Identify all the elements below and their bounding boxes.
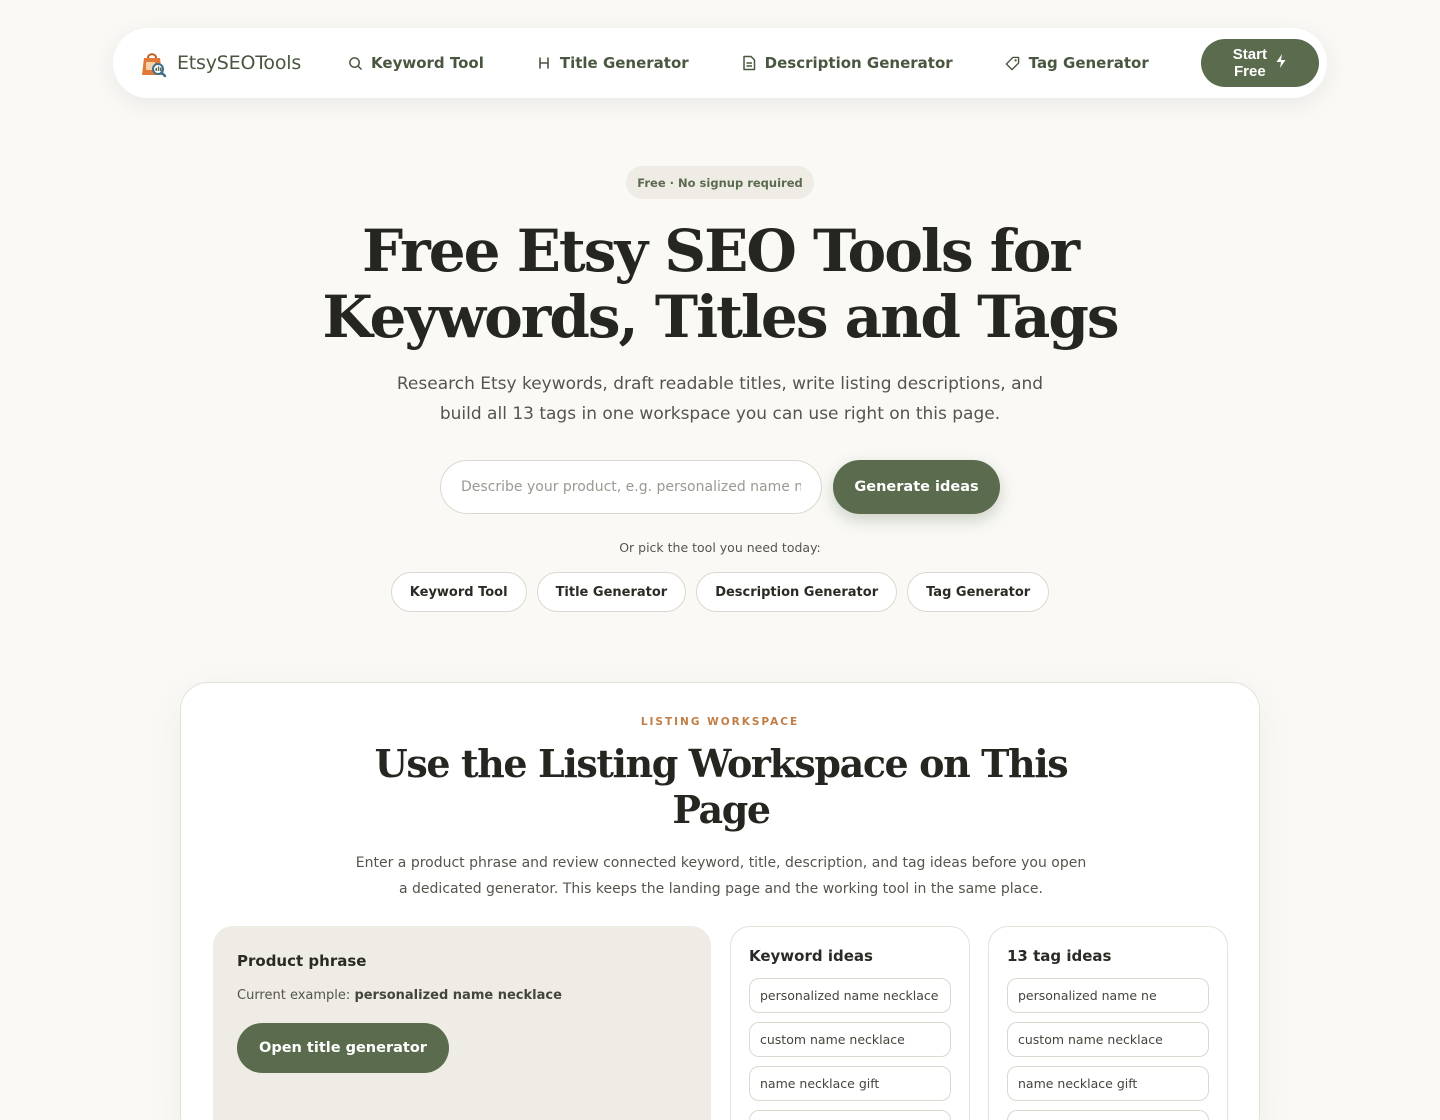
workspace-title-line: Page <box>672 787 771 832</box>
workspace-subtitle-line: Enter a product phrase and review connec… <box>355 855 1087 871</box>
chip-keyword-tool[interactable]: Keyword Tool <box>390 572 527 612</box>
hero-subtitle: Research Etsy keywords, draft readable t… <box>370 369 1070 429</box>
chip-description-generator[interactable]: Description Generator <box>696 572 898 612</box>
current-example-prefix: Current example: <box>237 988 351 1003</box>
workspace-eyebrow: LISTING WORKSPACE <box>640 716 800 728</box>
hero-subtitle-line: build all 13 tags in one workspace you c… <box>439 404 1001 424</box>
tag-idea-item[interactable]: name necklace gift <box>1007 1066 1209 1101</box>
generate-ideas-button[interactable]: Generate ideas <box>833 460 1000 514</box>
top-nav: EtsySEOTools Keyword Tool Title Generato… <box>113 28 1327 98</box>
pick-tool-label: Or pick the tool you need today: <box>619 540 821 555</box>
keyword-idea-item[interactable]: custom name necklace <box>749 1022 951 1057</box>
tag-idea-item[interactable] <box>1007 1110 1209 1120</box>
document-icon <box>741 55 757 71</box>
start-free-button[interactable]: Start Free <box>1200 39 1319 87</box>
workspace-title: Use the Listing Workspace on This Page <box>321 741 1121 833</box>
keyword-idea-item[interactable]: name necklace gift <box>749 1066 951 1101</box>
tag-idea-item[interactable]: custom name necklace <box>1007 1022 1209 1057</box>
nav-link-label: Description Generator <box>764 54 953 72</box>
nav-link-title-generator[interactable]: Title Generator <box>536 54 689 72</box>
nav-link-label: Tag Generator <box>1028 54 1149 72</box>
chip-tag-generator[interactable]: Tag Generator <box>907 572 1050 612</box>
hero-title-line: Keywords, Titles and Tags <box>322 283 1119 351</box>
search-icon <box>347 55 363 71</box>
nav-link-keyword-tool[interactable]: Keyword Tool <box>347 54 484 72</box>
current-example-value: personalized name necklace <box>354 988 562 1003</box>
nav-link-label: Keyword Tool <box>371 54 484 72</box>
product-search-form: Generate ideas <box>440 460 1000 514</box>
tag-icon <box>1005 55 1021 71</box>
hero-title: Free Etsy SEO Tools for Keywords, Titles… <box>220 218 1220 350</box>
workspace-title-line: Use the Listing Workspace on This <box>374 741 1069 786</box>
product-phrase-card: Product phrase Current example: personal… <box>213 926 711 1120</box>
tag-ideas-heading: 13 tag ideas <box>1007 947 1112 965</box>
keyword-ideas-card: Keyword ideas personalized name necklace… <box>730 926 970 1120</box>
heading-icon <box>536 55 552 71</box>
current-example: Current example: personalized name neckl… <box>237 988 687 1003</box>
nav-link-description-generator[interactable]: Description Generator <box>741 54 953 72</box>
nav-link-tag-generator[interactable]: Tag Generator <box>1005 54 1149 72</box>
chip-title-generator[interactable]: Title Generator <box>536 572 687 612</box>
keyword-idea-item[interactable] <box>749 1110 951 1120</box>
shopping-bag-logo-icon <box>137 47 169 79</box>
hero-subtitle-line: Research Etsy keywords, draft readable t… <box>396 374 1044 394</box>
nav-link-label: Title Generator <box>559 54 689 72</box>
tag-idea-item[interactable]: personalized name ne <box>1007 978 1209 1013</box>
brand[interactable]: EtsySEOTools <box>137 47 301 79</box>
product-phrase-heading: Product phrase <box>237 952 367 970</box>
listing-workspace: LISTING WORKSPACE Use the Listing Worksp… <box>180 682 1260 1120</box>
start-free-label: Start Free <box>1232 46 1267 80</box>
workspace-subtitle-line: a dedicated generator. This keeps the la… <box>399 881 1043 897</box>
open-title-generator-button[interactable]: Open title generator <box>237 1023 449 1073</box>
tool-chips: Keyword Tool Title Generator Description… <box>0 572 1440 612</box>
lightning-icon <box>1275 53 1287 73</box>
free-badge: Free · No signup required <box>626 166 814 199</box>
keyword-idea-item[interactable]: personalized name necklace <box>749 978 951 1013</box>
brand-name: EtsySEOTools <box>177 52 302 74</box>
workspace-subtitle: Enter a product phrase and review connec… <box>351 850 1091 902</box>
product-description-input[interactable] <box>440 460 822 514</box>
hero-title-line: Free Etsy SEO Tools for <box>361 217 1080 285</box>
keyword-ideas-heading: Keyword ideas <box>749 947 873 965</box>
tag-ideas-card: 13 tag ideas personalized name ne custom… <box>988 926 1228 1120</box>
